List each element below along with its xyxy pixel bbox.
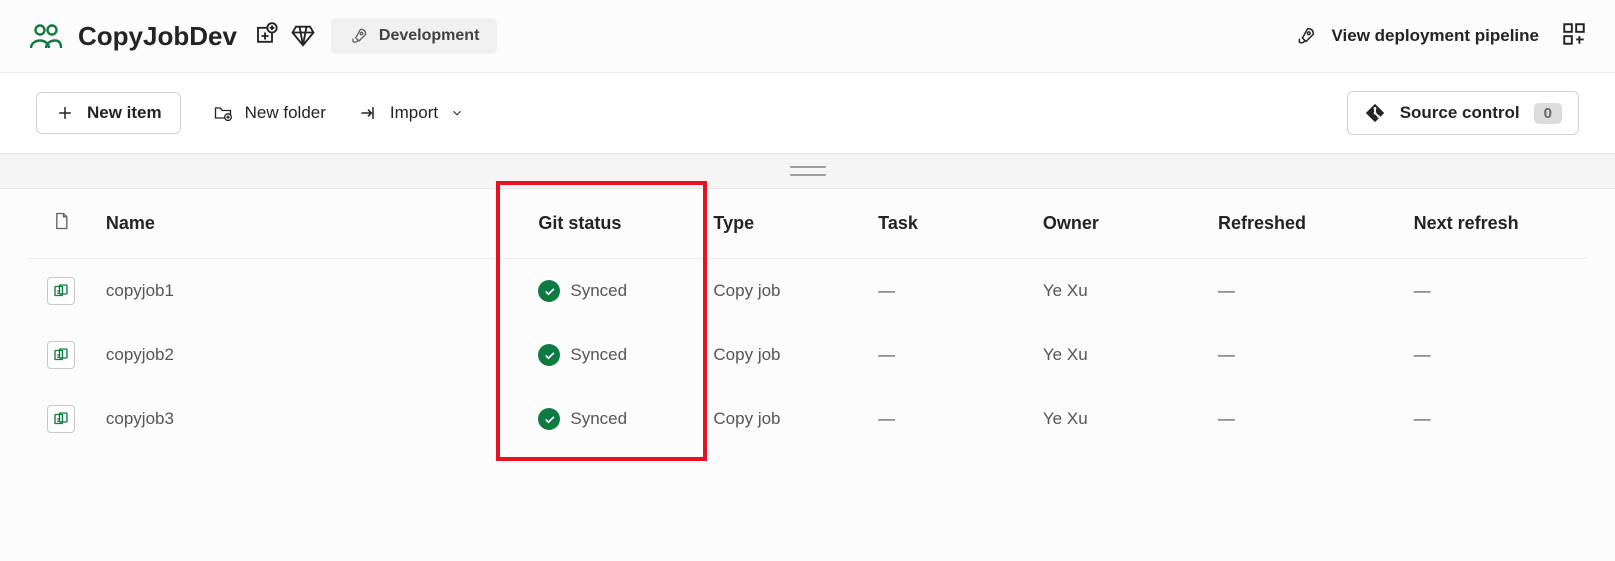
check-circle-icon [538, 280, 560, 302]
import-label: Import [390, 103, 438, 123]
table-row[interactable]: copyjob2 Synced Copy job — Ye Xu — — [28, 323, 1587, 387]
table-row[interactable]: copyjob3 Synced Copy job — Ye Xu — — [28, 387, 1587, 451]
git-status-text: Synced [570, 345, 627, 365]
rocket-icon [1295, 25, 1317, 47]
item-task: — [866, 387, 1031, 451]
new-folder-button[interactable]: New folder [213, 103, 326, 123]
check-circle-icon [538, 344, 560, 366]
column-header-task[interactable]: Task [866, 189, 1031, 259]
table-row[interactable]: copyjob1 Synced Copy job — Ye Xu — — [28, 259, 1587, 324]
item-type: Copy job [701, 259, 866, 324]
item-type: Copy job [701, 323, 866, 387]
column-header-type[interactable]: Type [701, 189, 866, 259]
diamond-icon[interactable] [289, 22, 317, 50]
item-next-refresh: — [1402, 323, 1587, 387]
git-branch-icon [1364, 102, 1386, 124]
git-status-text: Synced [570, 281, 627, 301]
check-circle-icon [538, 408, 560, 430]
environment-label: Development [379, 27, 479, 45]
item-name[interactable]: copyjob1 [94, 259, 526, 324]
document-icon [51, 211, 71, 231]
item-next-refresh: — [1402, 387, 1587, 451]
git-status-cell: Synced [538, 344, 689, 366]
item-refreshed: — [1206, 387, 1402, 451]
items-table: Name Git status Type Task Owner Refreshe… [28, 189, 1587, 451]
import-button[interactable]: Import [358, 103, 464, 123]
item-type: Copy job [701, 387, 866, 451]
item-refreshed: — [1206, 259, 1402, 324]
item-name[interactable]: copyjob2 [94, 323, 526, 387]
new-item-button[interactable]: New item [36, 92, 181, 134]
git-status-text: Synced [570, 409, 627, 429]
column-header-name[interactable]: Name [94, 189, 526, 259]
items-table-container: Name Git status Type Task Owner Refreshe… [0, 189, 1615, 451]
item-task: — [866, 259, 1031, 324]
copy-job-item-icon [47, 277, 75, 305]
app-grid-icon[interactable] [1561, 21, 1587, 52]
item-task: — [866, 323, 1031, 387]
environment-badge[interactable]: Development [331, 18, 497, 54]
item-refreshed: — [1206, 323, 1402, 387]
column-header-owner[interactable]: Owner [1031, 189, 1206, 259]
rocket-icon [349, 26, 369, 46]
git-status-cell: Synced [538, 408, 689, 430]
source-control-button[interactable]: Source control 0 [1347, 91, 1579, 135]
view-deployment-pipeline-link[interactable]: View deployment pipeline [1295, 25, 1539, 47]
new-item-label: New item [87, 103, 162, 123]
column-header-next-refresh[interactable]: Next refresh [1402, 189, 1587, 259]
source-control-count: 0 [1534, 103, 1562, 124]
new-folder-label: New folder [245, 103, 326, 123]
copy-job-item-icon [47, 341, 75, 369]
workspace-people-icon [28, 18, 64, 54]
column-header-icon[interactable] [28, 189, 94, 259]
create-task-icon[interactable] [251, 22, 279, 50]
item-next-refresh: — [1402, 259, 1587, 324]
git-status-cell: Synced [538, 280, 689, 302]
import-icon [358, 103, 378, 123]
workspace-header: CopyJobDev Development View deployment p… [0, 0, 1615, 73]
chevron-down-icon [450, 106, 464, 120]
item-name[interactable]: copyjob3 [94, 387, 526, 451]
table-header-row: Name Git status Type Task Owner Refreshe… [28, 189, 1587, 259]
deploy-link-label: View deployment pipeline [1331, 26, 1539, 46]
grip-icon [790, 166, 826, 176]
column-header-git-status[interactable]: Git status [526, 189, 701, 259]
workspace-title: CopyJobDev [78, 21, 237, 52]
folder-plus-icon [213, 103, 233, 123]
item-owner: Ye Xu [1031, 259, 1206, 324]
resize-handle[interactable] [0, 153, 1615, 189]
column-header-refreshed[interactable]: Refreshed [1206, 189, 1402, 259]
item-owner: Ye Xu [1031, 387, 1206, 451]
source-control-label: Source control [1400, 103, 1520, 123]
copy-job-item-icon [47, 405, 75, 433]
plus-icon [55, 103, 75, 123]
toolbar: New item New folder Import Source contro… [0, 73, 1615, 153]
item-owner: Ye Xu [1031, 323, 1206, 387]
